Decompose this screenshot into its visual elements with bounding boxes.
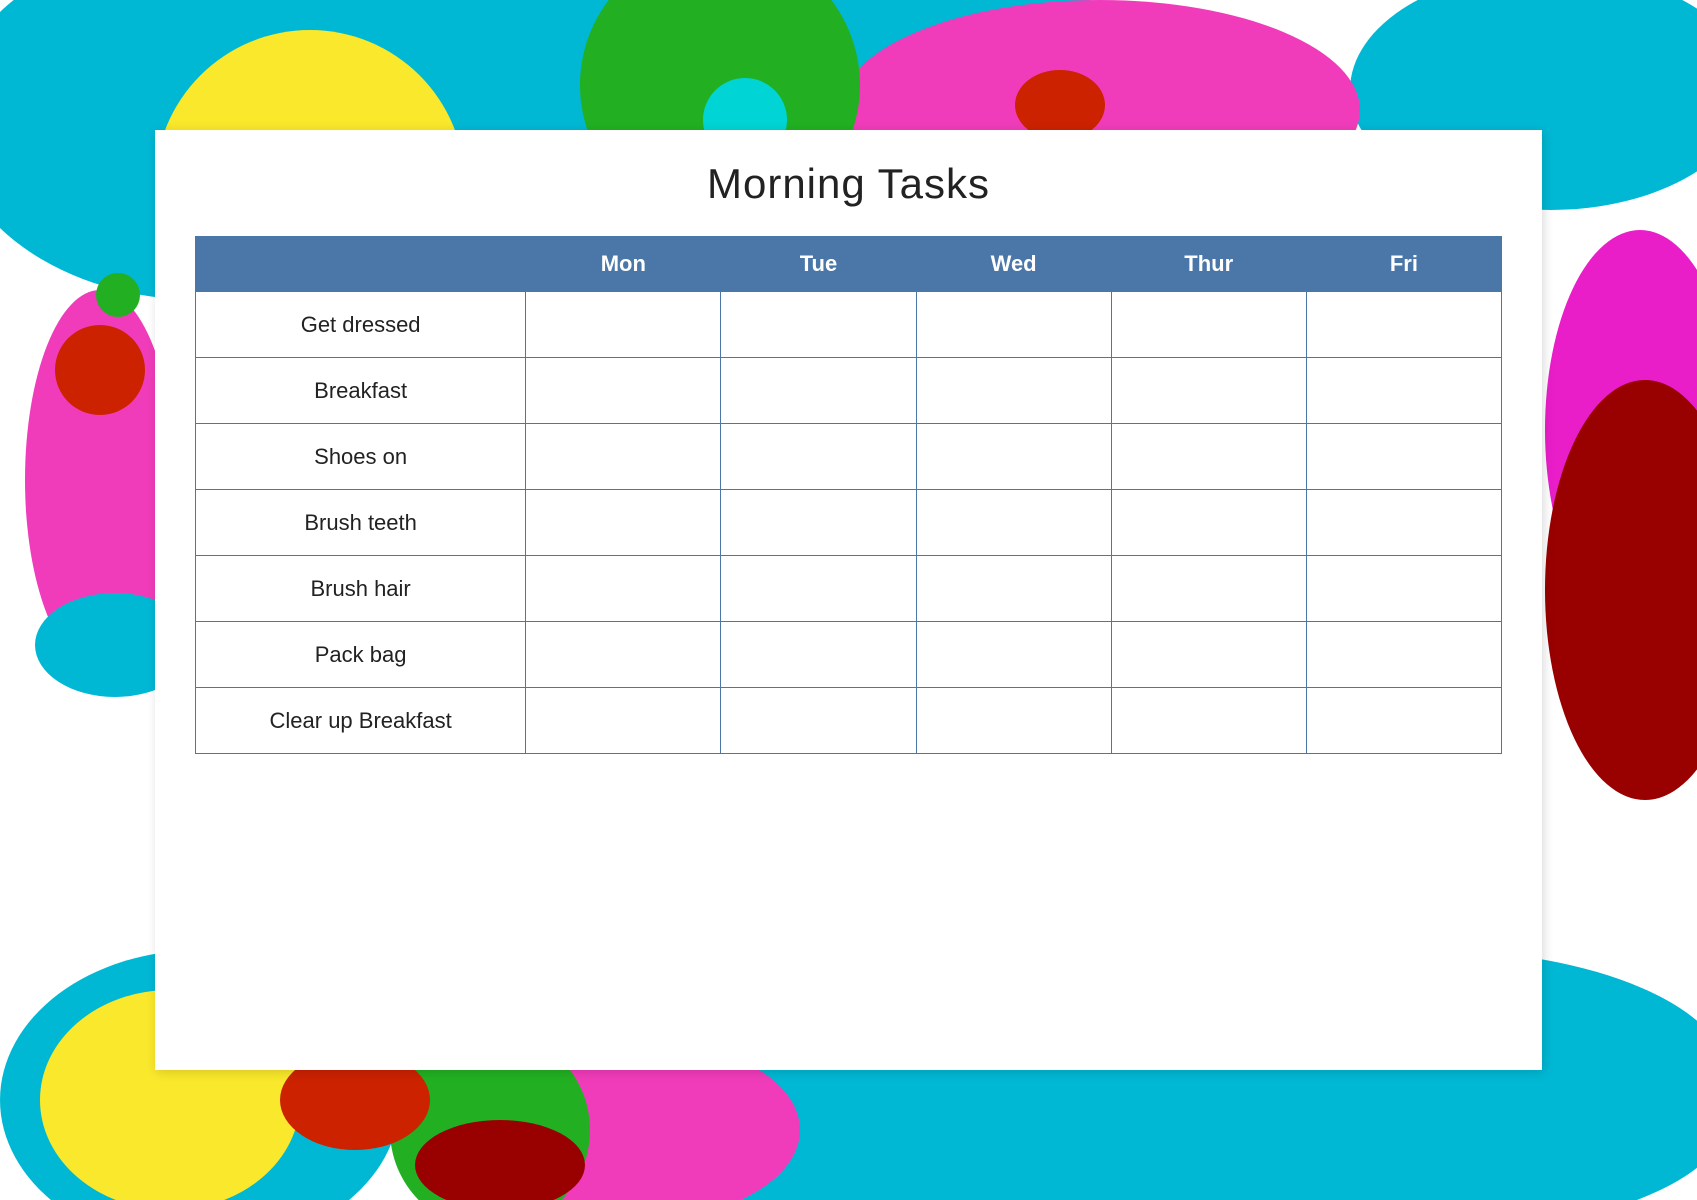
day-cell[interactable]	[1111, 556, 1306, 622]
table-row: Get dressed	[196, 292, 1502, 358]
table-row: Brush hair	[196, 556, 1502, 622]
task-label: Get dressed	[196, 292, 526, 358]
day-cell[interactable]	[1111, 622, 1306, 688]
day-cell[interactable]	[526, 292, 721, 358]
day-cell[interactable]	[721, 490, 916, 556]
day-cell[interactable]	[721, 358, 916, 424]
task-label: Breakfast	[196, 358, 526, 424]
day-cell[interactable]	[1306, 688, 1501, 754]
day-cell[interactable]	[916, 292, 1111, 358]
day-cell[interactable]	[1111, 688, 1306, 754]
day-cell[interactable]	[916, 490, 1111, 556]
page-title: Morning Tasks	[707, 160, 990, 208]
day-cell[interactable]	[1306, 424, 1501, 490]
day-cell[interactable]	[1306, 490, 1501, 556]
day-cell[interactable]	[1111, 292, 1306, 358]
day-cell[interactable]	[526, 688, 721, 754]
day-cell[interactable]	[526, 424, 721, 490]
day-cell[interactable]	[1111, 358, 1306, 424]
table-row: Pack bag	[196, 622, 1502, 688]
day-cell[interactable]	[526, 622, 721, 688]
task-label: Clear up Breakfast	[196, 688, 526, 754]
day-cell[interactable]	[1306, 358, 1501, 424]
day-cell[interactable]	[1111, 424, 1306, 490]
task-label: Brush hair	[196, 556, 526, 622]
day-cell[interactable]	[916, 556, 1111, 622]
day-cell[interactable]	[916, 424, 1111, 490]
col-fri: Fri	[1306, 237, 1501, 292]
tasks-table: Mon Tue Wed Thur Fri Get dressedBreakfas…	[195, 236, 1502, 754]
col-tue: Tue	[721, 237, 916, 292]
day-cell[interactable]	[1111, 490, 1306, 556]
table-row: Breakfast	[196, 358, 1502, 424]
day-cell[interactable]	[526, 490, 721, 556]
task-label: Pack bag	[196, 622, 526, 688]
main-card: Morning Tasks Mon Tue Wed Thur Fri Get d…	[155, 130, 1542, 1070]
table-row: Brush teeth	[196, 490, 1502, 556]
day-cell[interactable]	[526, 358, 721, 424]
day-cell[interactable]	[916, 622, 1111, 688]
task-header	[196, 237, 526, 292]
day-cell[interactable]	[721, 622, 916, 688]
day-cell[interactable]	[916, 358, 1111, 424]
table-row: Clear up Breakfast	[196, 688, 1502, 754]
task-label: Shoes on	[196, 424, 526, 490]
col-thur: Thur	[1111, 237, 1306, 292]
day-cell[interactable]	[526, 556, 721, 622]
task-label: Brush teeth	[196, 490, 526, 556]
day-cell[interactable]	[1306, 292, 1501, 358]
day-cell[interactable]	[721, 556, 916, 622]
day-cell[interactable]	[1306, 556, 1501, 622]
day-cell[interactable]	[721, 424, 916, 490]
col-wed: Wed	[916, 237, 1111, 292]
day-cell[interactable]	[721, 292, 916, 358]
table-row: Shoes on	[196, 424, 1502, 490]
day-cell[interactable]	[1306, 622, 1501, 688]
day-cell[interactable]	[721, 688, 916, 754]
day-cell[interactable]	[916, 688, 1111, 754]
col-mon: Mon	[526, 237, 721, 292]
